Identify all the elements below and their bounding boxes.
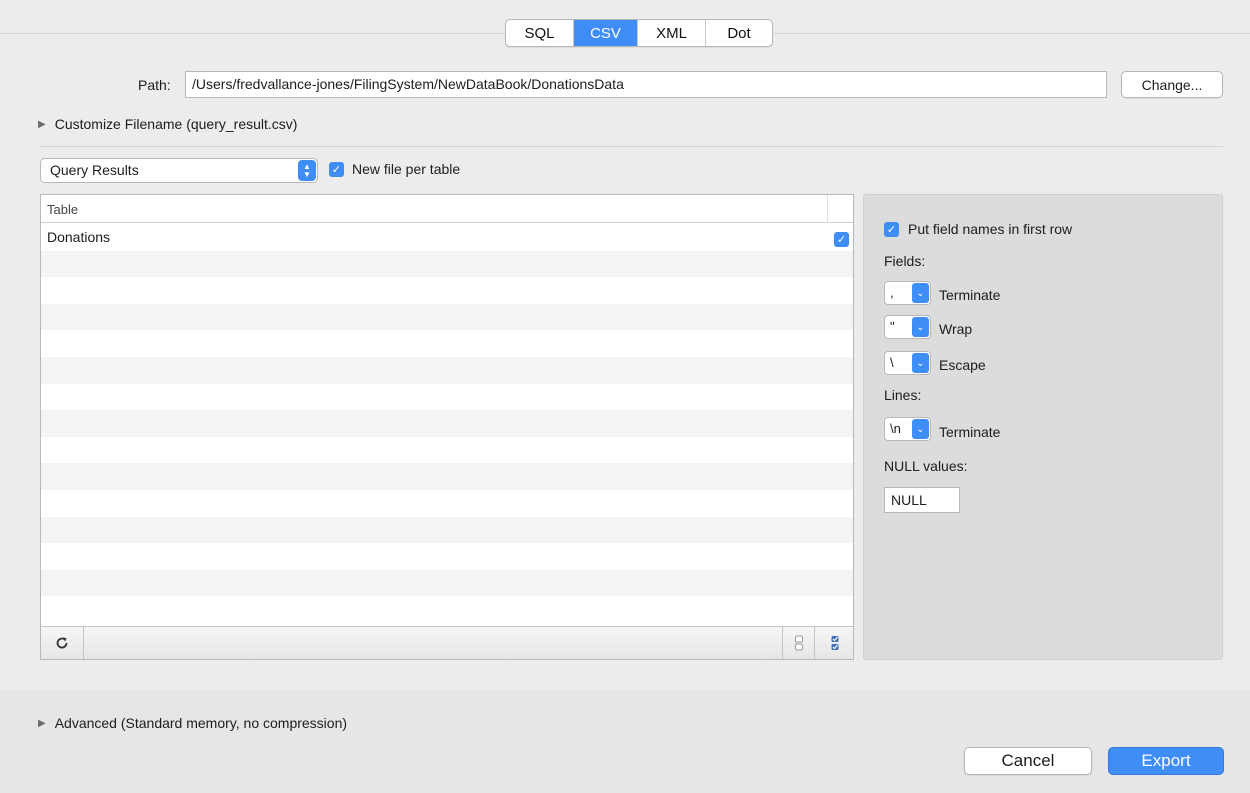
field-terminate-label: Terminate (939, 287, 1001, 303)
deselect-all-button[interactable] (782, 627, 815, 659)
table-row-empty (41, 516, 853, 544)
select-all-button[interactable] (816, 627, 853, 659)
new-file-per-table-label: New file per table (352, 161, 461, 177)
table-row-empty (41, 543, 853, 570)
table-row-empty (41, 410, 853, 437)
tab-xml[interactable]: XML (638, 20, 706, 46)
chevron-down-icon: ⌄ (912, 317, 929, 337)
table-row-empty (41, 356, 853, 384)
advanced-disclosure[interactable]: ▶ Advanced (Standard memory, no compress… (38, 715, 347, 731)
chevron-down-icon: ⌄ (912, 419, 929, 439)
refresh-button[interactable] (41, 627, 84, 659)
table-row-empty (41, 330, 853, 357)
field-wrap-value: " (890, 319, 895, 334)
cancel-button[interactable]: Cancel (964, 747, 1092, 775)
path-label: Path: (138, 77, 171, 93)
line-terminate-value: \n (890, 421, 901, 436)
field-escape-select[interactable]: \ ⌄ (884, 351, 931, 375)
table-row-empty (41, 596, 853, 623)
footer-area (0, 690, 1250, 793)
checkbox-checked-icon: ✓ (329, 161, 344, 177)
table-row-empty (41, 463, 853, 490)
null-values-input[interactable]: NULL (884, 487, 960, 513)
field-names-first-row-checkbox[interactable]: ✓ Put field names in first row (884, 221, 1072, 237)
field-escape-value: \ (890, 355, 894, 370)
change-button[interactable]: Change... (1121, 71, 1223, 98)
refresh-icon (56, 637, 68, 649)
disclosure-triangle-icon: ▶ (38, 717, 46, 729)
fields-label: Fields: (884, 253, 926, 269)
line-terminate-label: Terminate (939, 424, 1001, 440)
updown-arrows-icon: ▲ ▼ (298, 160, 316, 181)
table-column-header: Table (47, 202, 79, 217)
tables-list: Table Donations ✓ (40, 194, 854, 660)
divider (0, 33, 505, 34)
new-file-per-table-checkbox[interactable]: ✓ New file per table (329, 161, 460, 177)
table-footer-bar (41, 626, 853, 659)
table-row-name: Donations (47, 229, 111, 245)
unchecked-boxes-icon (794, 635, 803, 651)
format-tabs: SQL CSV XML Dot (505, 19, 773, 47)
field-wrap-select[interactable]: " ⌄ (884, 315, 931, 339)
source-select-value: Query Results (50, 162, 139, 178)
table-row-empty (41, 569, 853, 597)
line-terminate-select[interactable]: \n ⌄ (884, 417, 931, 441)
column-separator (827, 195, 828, 223)
table-header: Table (41, 195, 853, 223)
tab-csv[interactable]: CSV (574, 20, 638, 46)
field-escape-label: Escape (939, 357, 986, 373)
table-row-empty (41, 250, 853, 278)
divider (40, 146, 1223, 147)
table-row-empty (41, 303, 853, 331)
divider (772, 33, 1250, 34)
table-row-empty (41, 383, 853, 411)
customize-filename-disclosure[interactable]: ▶ Customize Filename (query_result.csv) (38, 116, 297, 132)
checkbox-checked-icon: ✓ (884, 221, 899, 237)
field-terminate-select[interactable]: , ⌄ (884, 281, 931, 305)
customize-filename-label: Customize Filename (query_result.csv) (54, 116, 298, 132)
chevron-down-icon: ⌄ (912, 353, 929, 373)
checked-boxes-icon (831, 636, 838, 650)
chevron-down-icon: ⌄ (912, 283, 929, 303)
row-checkbox[interactable]: ✓ (834, 232, 849, 247)
tab-dot[interactable]: Dot (706, 20, 772, 46)
tab-sql[interactable]: SQL (506, 20, 574, 46)
table-row-empty (41, 436, 853, 464)
source-select[interactable]: Query Results ▲ ▼ (40, 158, 318, 183)
table-row-empty (41, 277, 853, 304)
field-terminate-value: , (890, 285, 894, 300)
field-names-first-row-label: Put field names in first row (908, 221, 1073, 237)
lines-label: Lines: (884, 387, 922, 403)
table-row[interactable]: Donations ✓ (41, 224, 853, 251)
table-rows: Donations ✓ (41, 224, 853, 624)
null-values-label: NULL values: (884, 458, 968, 474)
export-button[interactable]: Export (1108, 747, 1224, 775)
disclosure-triangle-icon: ▶ (38, 118, 46, 130)
path-input[interactable]: /Users/fredvallance-jones/FilingSystem/N… (185, 71, 1107, 98)
table-row-empty (41, 489, 853, 517)
advanced-label: Advanced (Standard memory, no compressio… (54, 715, 348, 731)
field-wrap-label: Wrap (939, 321, 973, 337)
csv-options-panel: ✓ Put field names in first row Fields: ,… (863, 194, 1223, 660)
